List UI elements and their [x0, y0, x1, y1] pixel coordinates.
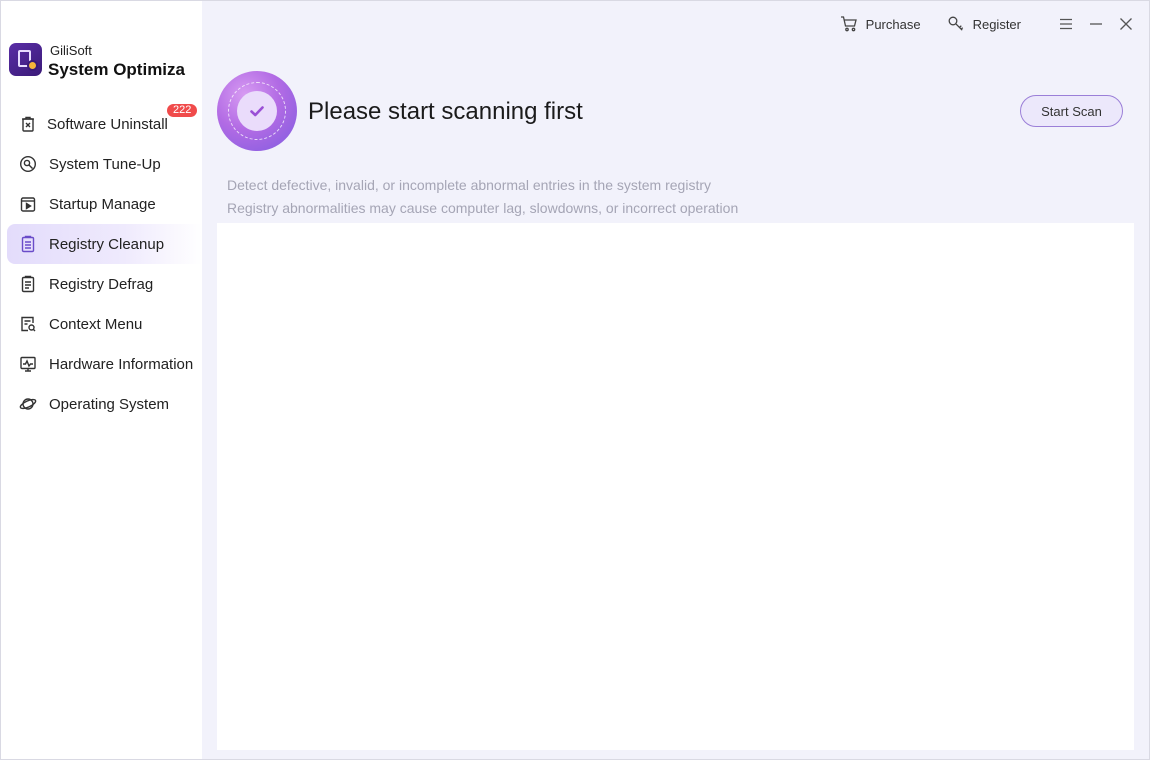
cart-icon: [840, 16, 857, 32]
app-window: GiliSoft System Optimiza Software Uninst…: [0, 0, 1150, 760]
menu-button[interactable]: [1057, 15, 1075, 33]
scan-results-panel: [217, 223, 1134, 750]
app-logo-icon: [9, 43, 42, 76]
uninstall-icon: [19, 115, 37, 133]
description-line-2: Registry abnormalities may cause compute…: [227, 200, 739, 216]
menu-icon: [1060, 18, 1072, 30]
sidebar-nav: Software Uninstall 222 System Tune-Up St…: [7, 104, 202, 424]
minimize-button[interactable]: [1087, 15, 1105, 33]
sidebar-item-registry-cleanup[interactable]: Registry Cleanup: [7, 224, 202, 264]
close-button[interactable]: [1117, 15, 1135, 33]
sidebar-item-operating-system[interactable]: Operating System: [7, 384, 202, 424]
sidebar-item-startup-manage[interactable]: Startup Manage: [7, 184, 202, 224]
description-line-1: Detect defective, invalid, or incomplete…: [227, 177, 711, 193]
brand-product-name: System Optimiza: [48, 60, 185, 79]
title-bar: Purchase Register: [840, 13, 1135, 35]
sidebar-item-label: Registry Cleanup: [49, 235, 165, 253]
sidebar-item-system-tune-up[interactable]: System Tune-Up: [7, 144, 202, 184]
register-button[interactable]: Register: [947, 15, 1021, 33]
purchase-button[interactable]: Purchase: [840, 15, 921, 33]
registry-defrag-icon: [19, 275, 37, 293]
context-menu-icon: [19, 315, 37, 333]
sidebar-item-label: Operating System: [49, 395, 170, 413]
sidebar-item-label: Context Menu: [49, 315, 143, 333]
purchase-label: Purchase: [865, 16, 921, 32]
scan-status-indicator: [217, 71, 297, 151]
notification-badge: 222: [167, 104, 198, 117]
registry-cleanup-icon: [19, 235, 37, 253]
hardware-icon: [19, 355, 37, 373]
sidebar-item-label: Startup Manage: [49, 195, 156, 213]
startup-icon: [19, 195, 37, 213]
sidebar-item-label: System Tune-Up: [49, 155, 161, 173]
register-label: Register: [972, 16, 1021, 32]
brand: GiliSoft System Optimiza: [9, 43, 202, 83]
sidebar-item-label: Hardware Information: [49, 355, 194, 373]
sidebar-item-context-menu[interactable]: Context Menu: [7, 304, 202, 344]
sidebar-item-label: Registry Defrag: [49, 275, 154, 293]
sidebar: GiliSoft System Optimiza Software Uninst…: [1, 1, 202, 759]
tune-up-icon: [19, 155, 37, 173]
close-icon: [1120, 18, 1132, 30]
check-icon: [250, 106, 264, 117]
sidebar-item-software-uninstall[interactable]: Software Uninstall 222: [7, 104, 202, 144]
sidebar-item-registry-defrag[interactable]: Registry Defrag: [7, 264, 202, 304]
start-scan-button[interactable]: Start Scan: [1020, 95, 1123, 127]
sidebar-item-label: Software Uninstall: [47, 115, 168, 133]
sidebar-item-hardware-information[interactable]: Hardware Information: [7, 344, 202, 384]
brand-company: GiliSoft: [50, 43, 92, 58]
key-icon: [948, 16, 963, 31]
page-title: Please start scanning first: [308, 98, 583, 125]
minimize-icon: [1090, 23, 1102, 25]
os-planet-icon: [19, 395, 37, 413]
